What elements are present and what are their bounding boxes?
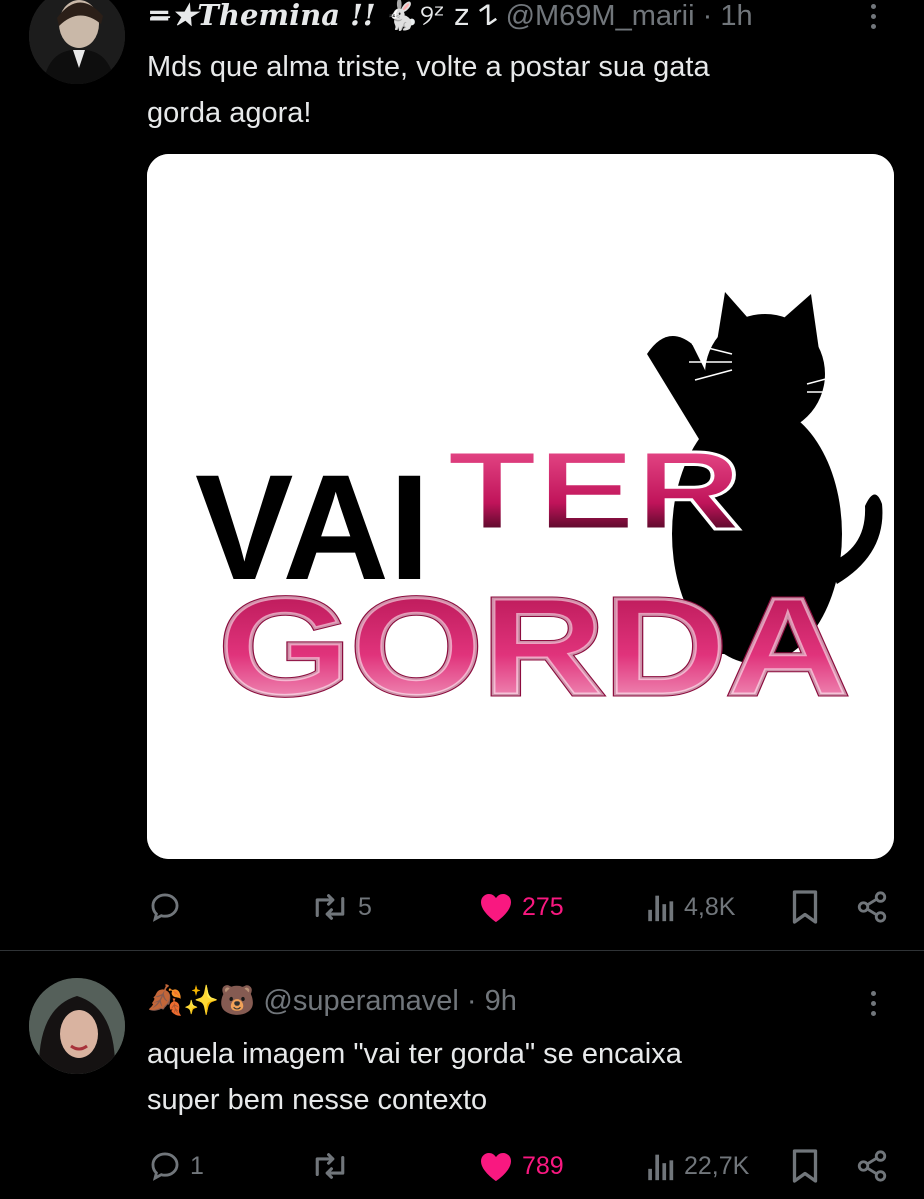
tweet-header: 🍂✨🐻 @superamavel · 9h bbox=[147, 983, 517, 1018]
like-button[interactable]: 789 bbox=[478, 1146, 564, 1186]
views-icon bbox=[648, 895, 674, 922]
timestamp[interactable]: · 1h bbox=[703, 0, 753, 32]
like-icon bbox=[481, 1152, 511, 1181]
more-icon[interactable] bbox=[858, 0, 888, 36]
avatar[interactable] bbox=[29, 0, 125, 84]
tweet-text-line: super bem nesse contexto bbox=[147, 1084, 488, 1116]
views-button[interactable]: 4,8K bbox=[646, 887, 735, 927]
tweet-actions: 5 275 4,8K bbox=[0, 887, 924, 927]
like-icon bbox=[481, 893, 511, 922]
tweet-1: =̶★Themina !! 🐇୨ᶻ z 𐰁 @M69M_marii · 1h M… bbox=[0, 0, 924, 950]
repost-icon bbox=[315, 1153, 345, 1179]
repost-button[interactable]: 5 bbox=[310, 887, 372, 927]
tweet-actions: 1 789 22,7K bbox=[0, 1146, 924, 1186]
tweet-header: =̶★Themina !! 🐇୨ᶻ z 𐰁 @M69M_marii · 1h bbox=[147, 0, 753, 33]
bookmark-icon bbox=[792, 890, 818, 924]
tweet-text-line: gorda agora! bbox=[147, 97, 312, 129]
bookmark-button[interactable] bbox=[790, 887, 820, 927]
tweet-image[interactable]: VAI TER GORDA GORDA bbox=[147, 154, 894, 859]
more-icon[interactable] bbox=[858, 983, 888, 1023]
views-count: 22,7K bbox=[684, 1151, 750, 1180]
repost-button[interactable] bbox=[310, 1146, 358, 1186]
timestamp[interactable]: · 9h bbox=[467, 985, 517, 1017]
image-word-ter: TER bbox=[447, 428, 742, 553]
tweet-text-line: aquela imagem "vai ter gorda" se encaixa bbox=[147, 1038, 682, 1070]
avatar-image bbox=[29, 978, 125, 1074]
handle[interactable]: @superamavel bbox=[263, 985, 458, 1017]
image-word-gorda-highlight: GORDA bbox=[219, 570, 849, 724]
like-button[interactable]: 275 bbox=[478, 887, 564, 927]
vai-ter-gorda-image: VAI TER GORDA GORDA bbox=[147, 154, 894, 859]
like-count: 275 bbox=[522, 892, 564, 921]
reply-button[interactable] bbox=[148, 887, 190, 927]
bookmark-button[interactable] bbox=[790, 1146, 820, 1186]
name-emoji[interactable]: 🍂✨🐻 bbox=[147, 983, 255, 1017]
avatar[interactable] bbox=[29, 978, 125, 1074]
repost-icon bbox=[315, 894, 345, 920]
views-icon bbox=[648, 1154, 674, 1181]
tweet-text: aquela imagem "vai ter gorda" se encaixa… bbox=[147, 1031, 887, 1123]
share-button[interactable] bbox=[855, 1146, 889, 1186]
reply-icon bbox=[151, 1152, 179, 1181]
share-icon bbox=[857, 891, 887, 923]
views-count: 4,8K bbox=[684, 892, 736, 921]
handle[interactable]: @M69M_marii bbox=[506, 0, 695, 32]
tweet-2: 🍂✨🐻 @superamavel · 9h aquela imagem "vai… bbox=[0, 951, 924, 1199]
reply-count: 1 bbox=[190, 1151, 204, 1180]
reply-icon bbox=[151, 893, 179, 922]
tweet-text: Mds que alma triste, volte a postar sua … bbox=[147, 44, 887, 136]
avatar-image bbox=[29, 0, 125, 84]
share-button[interactable] bbox=[855, 887, 889, 927]
reply-button[interactable]: 1 bbox=[148, 1146, 204, 1186]
tweet-text-line: Mds que alma triste, volte a postar sua … bbox=[147, 51, 710, 83]
repost-count: 5 bbox=[358, 892, 372, 921]
share-icon bbox=[857, 1150, 887, 1182]
views-button[interactable]: 22,7K bbox=[646, 1146, 749, 1186]
display-name[interactable]: =̶★Themina !! bbox=[147, 0, 376, 32]
bookmark-icon bbox=[792, 1149, 818, 1183]
like-count: 789 bbox=[522, 1151, 564, 1180]
name-emoji: 🐇୨ᶻ z 𐰁 bbox=[383, 0, 498, 32]
